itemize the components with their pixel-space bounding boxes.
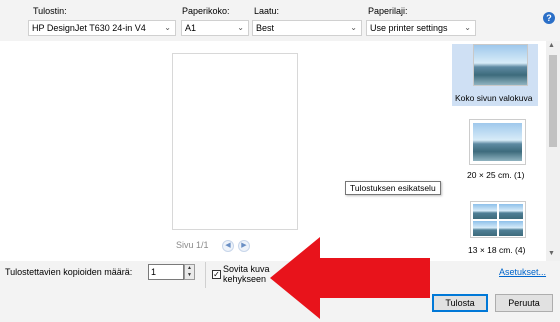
layout-item-label: 20 × 25 cm. (1): [467, 170, 525, 180]
chevron-down-icon: ⌄: [164, 23, 171, 32]
preview-page: [172, 53, 298, 230]
arrow-icon: [270, 237, 430, 319]
13x18-photo-thumbnail: [470, 201, 526, 238]
paper-size-select-value: A1: [185, 23, 197, 33]
copies-stepper[interactable]: ▲ ▼: [184, 264, 195, 280]
footer-divider: [205, 262, 206, 288]
chevron-down-icon: ⌄: [237, 23, 244, 32]
print-options-bar: Tulostin: HP DesignJet T630 24-in V4 ⌄ P…: [0, 0, 560, 40]
printer-select-value: HP DesignJet T630 24-in V4: [32, 23, 146, 33]
paper-size-label: Paperikoko:: [182, 6, 230, 16]
stepper-up-icon[interactable]: ▲: [185, 265, 194, 272]
full-page-photo-thumbnail: [473, 44, 528, 86]
quality-select[interactable]: Best ⌄: [252, 20, 362, 36]
help-icon[interactable]: ?: [543, 12, 555, 24]
fit-picture-checkbox[interactable]: ✓: [212, 270, 221, 279]
scroll-up-icon[interactable]: ▲: [548, 42, 555, 49]
chevron-down-icon: ⌄: [464, 23, 471, 32]
print-pictures-dialog: Tulostin: HP DesignJet T630 24-in V4 ⌄ P…: [0, 0, 560, 322]
scroll-down-icon[interactable]: ▼: [548, 250, 555, 257]
copies-label: Tulostettavien kopioiden määrä:: [5, 267, 133, 277]
red-arrow-annotation: [270, 237, 430, 319]
20x25-photo-thumbnail: [470, 120, 525, 164]
quality-label: Laatu:: [254, 6, 280, 16]
layout-item-label: Koko sivun valokuva: [455, 93, 533, 103]
paper-size-select[interactable]: A1 ⌄: [181, 20, 249, 36]
page-indicator: Sivu 1/1: [176, 240, 209, 250]
scrollbar-thumb[interactable]: [549, 55, 557, 147]
paper-type-label: Paperilaji:: [368, 6, 408, 16]
copies-input[interactable]: 1: [148, 264, 184, 280]
chevron-down-icon: ⌄: [350, 23, 357, 32]
quality-select-value: Best: [256, 23, 275, 33]
printer-label: Tulostin:: [33, 6, 67, 16]
paper-type-select-value: Use printer settings: [370, 23, 448, 33]
settings-link[interactable]: Asetukset...: [499, 267, 546, 277]
printer-select[interactable]: HP DesignJet T630 24-in V4 ⌄: [28, 20, 176, 36]
preview-tooltip: Tulostuksen esikatselu: [345, 181, 441, 195]
next-page-button[interactable]: ▶: [238, 240, 250, 252]
print-button[interactable]: Tulosta: [432, 294, 488, 312]
cancel-button[interactable]: Peruuta: [495, 294, 553, 312]
layout-item-label: 13 × 18 cm. (4): [468, 245, 526, 255]
paper-type-select[interactable]: Use printer settings ⌄: [366, 20, 476, 36]
stepper-down-icon[interactable]: ▼: [185, 272, 194, 279]
previous-page-button[interactable]: ◀: [222, 240, 234, 252]
